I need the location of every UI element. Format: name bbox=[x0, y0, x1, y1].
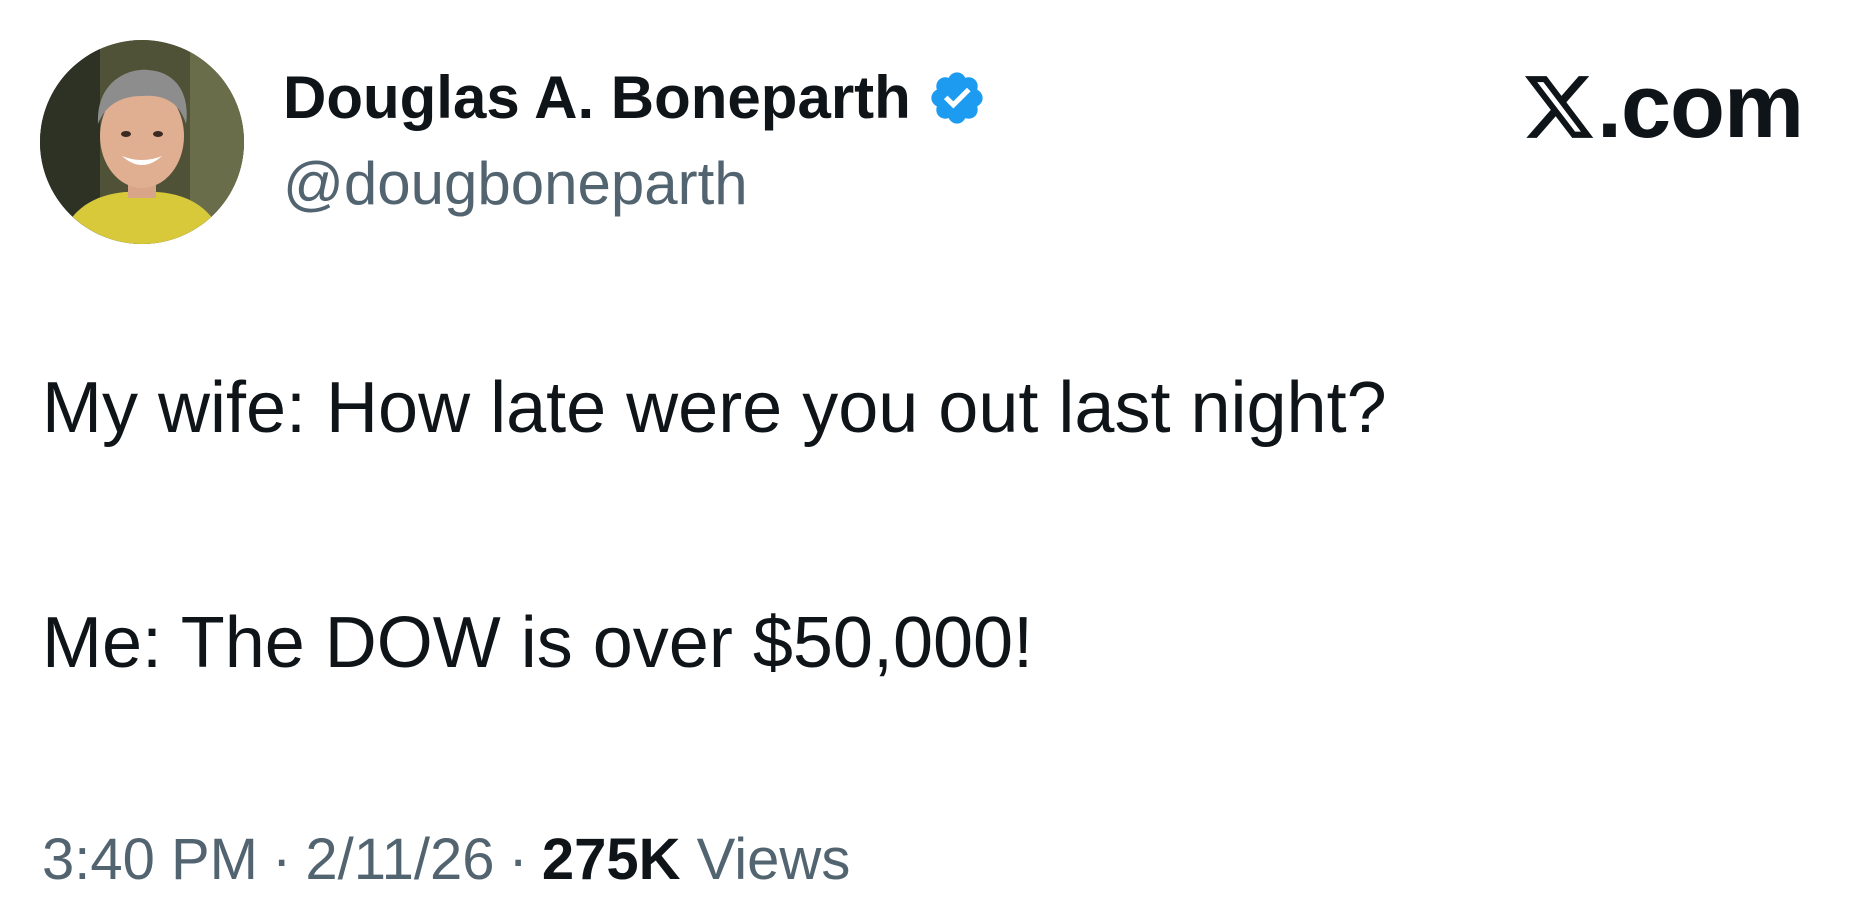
meta-separator: · bbox=[272, 827, 292, 892]
tweet-text-line: Me: The DOW is over $50,000! bbox=[42, 603, 1034, 683]
author-handle[interactable]: @dougboneparth bbox=[283, 148, 748, 220]
avatar-photo bbox=[40, 40, 244, 244]
x-com-suffix: .com bbox=[1596, 57, 1804, 157]
views-count[interactable]: 275K bbox=[542, 827, 681, 892]
verified-badge-icon[interactable] bbox=[927, 68, 987, 128]
tweet-date[interactable]: 2/11/26 bbox=[305, 827, 494, 892]
avatar[interactable] bbox=[40, 40, 244, 244]
tweet-text-line: My wife: How late were you out last nigh… bbox=[42, 368, 1387, 448]
tweet-time[interactable]: 3:40 PM bbox=[42, 827, 258, 892]
author-display-name[interactable]: Douglas A. Boneparth bbox=[283, 62, 911, 134]
author-name-row: Douglas A. Boneparth bbox=[283, 62, 987, 134]
x-logo-icon bbox=[1524, 76, 1594, 138]
views-label[interactable]: Views bbox=[697, 827, 851, 892]
tweet-metadata: 3:40 PM · 2/11/26 · 275K Views bbox=[42, 826, 850, 894]
x-com-logo: .com bbox=[1521, 57, 1804, 157]
meta-separator: · bbox=[508, 827, 528, 892]
